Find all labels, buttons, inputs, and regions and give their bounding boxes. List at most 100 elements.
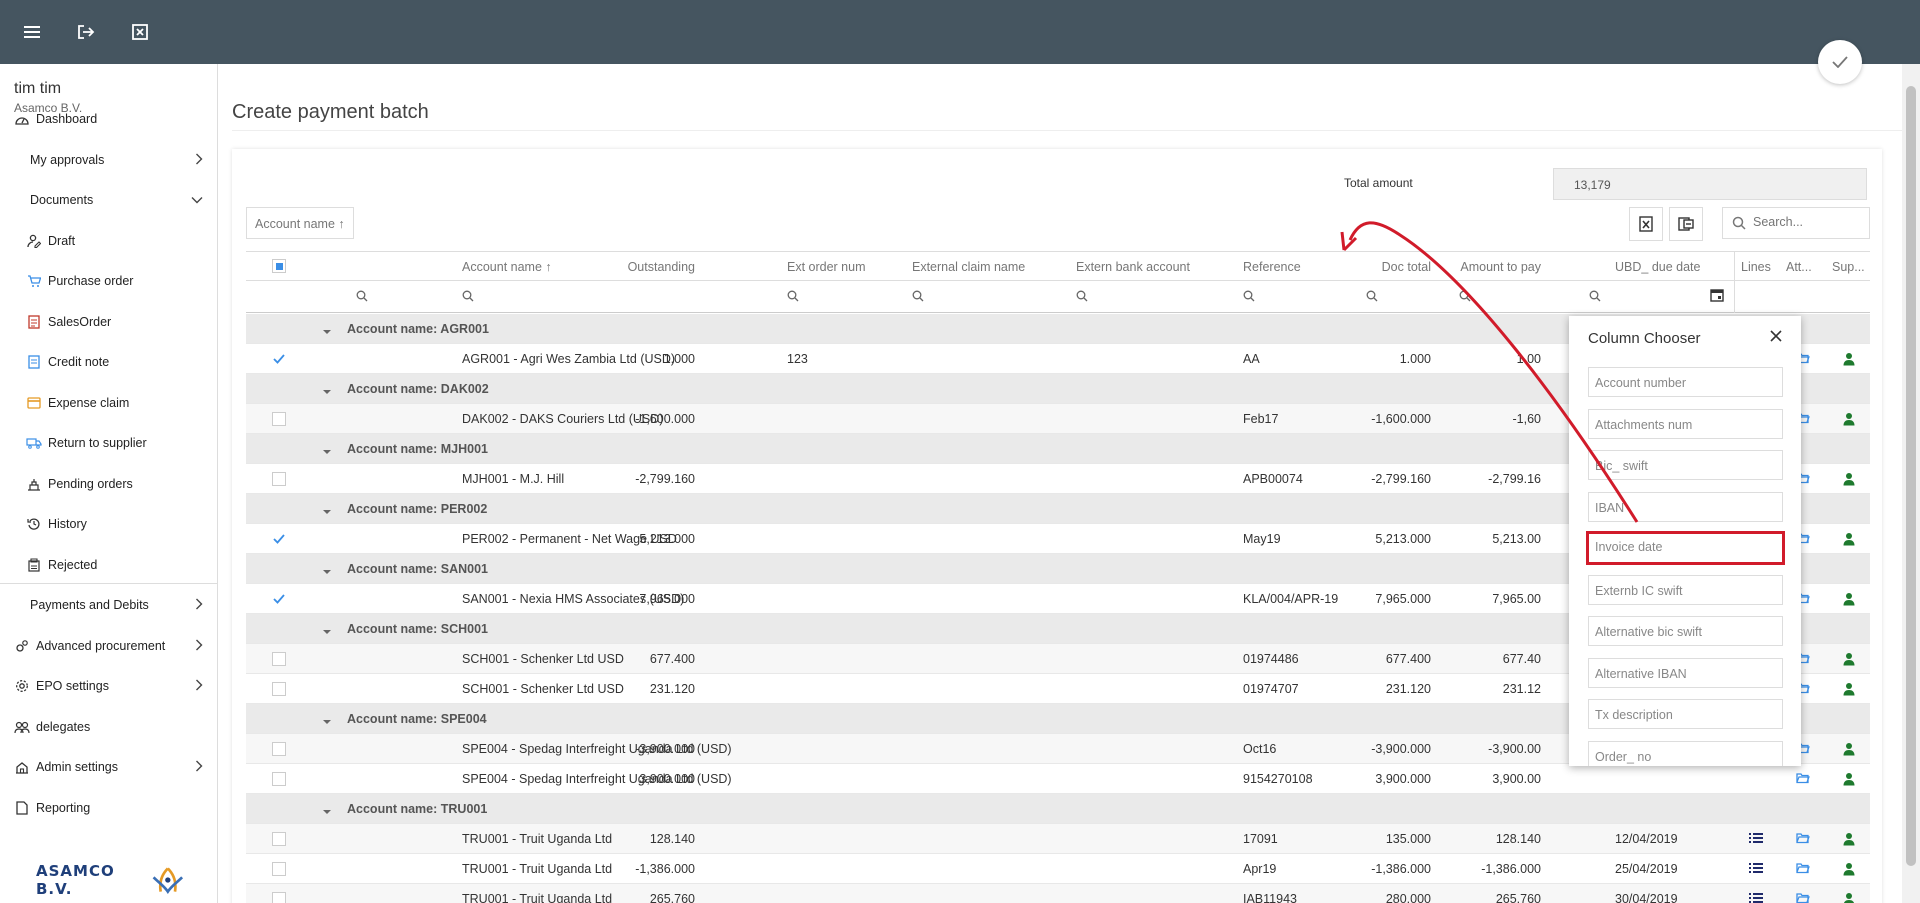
collapse-caret-icon[interactable] [322,384,332,398]
column-chooser-item[interactable]: Alternative IBAN [1588,657,1783,688]
supplier-icon[interactable] [1843,682,1855,699]
supplier-icon[interactable] [1843,592,1855,609]
sidebar-item-dashboard[interactable]: Dashboard [0,102,217,136]
sidebar-item-advanced-procurement[interactable]: Advanced procurement [0,629,217,663]
sidebar-item-epo-settings[interactable]: EPO settings [0,669,217,703]
column-chooser-item[interactable]: IBAN [1588,491,1783,522]
sidebar-item-documents[interactable]: Documents [0,183,217,217]
filter-search-icon[interactable] [1366,290,1378,305]
calendar-icon[interactable] [1710,288,1724,305]
supplier-icon[interactable] [1843,772,1855,789]
supplier-icon[interactable] [1843,472,1855,489]
export-excel-button[interactable] [1629,207,1663,241]
col-account-name[interactable]: Account name ↑ [462,260,552,274]
col-supplier[interactable]: Sup... [1832,260,1865,274]
sidebar-item-salesorder[interactable]: SalesOrder [0,305,217,339]
filter-search-icon[interactable] [1076,290,1088,305]
sidebar-item-return-to-supplier[interactable]: Return to supplier [0,426,217,460]
collapse-caret-icon[interactable] [322,714,332,728]
sidebar-item-admin-settings[interactable]: Admin settings [0,750,217,784]
table-row[interactable]: 128.140 TRU001 - Truit Uganda Ltd 17091 135… [246,824,1870,854]
col-outstanding[interactable]: Outstanding [628,260,695,274]
scrollbar-thumb[interactable] [1906,86,1916,866]
col-external-claim-name[interactable]: External claim name [912,260,1025,274]
supplier-icon[interactable] [1843,892,1855,903]
column-chooser-item[interactable]: Account number [1588,367,1783,397]
col-extern-bank-account[interactable]: Extern bank account [1076,260,1190,274]
group-row[interactable]: Account name: TRU001 [246,794,1870,824]
supplier-icon[interactable] [1843,832,1855,849]
lines-icon[interactable] [1749,892,1763,903]
row-checkbox[interactable] [272,592,286,606]
col-amount-to-pay[interactable]: Amount to pay [1460,260,1541,274]
table-row[interactable]: -1,386.000 TRU001 - Truit Uganda Ltd Apr19… [246,854,1870,884]
collapse-caret-icon[interactable] [322,624,332,638]
col-lines[interactable]: Lines [1741,260,1771,274]
filter-search-icon[interactable] [1459,290,1471,305]
supplier-icon[interactable] [1843,352,1855,369]
sidebar-item-rejected[interactable]: Rejected [0,548,217,582]
filter-search-icon[interactable] [787,290,799,305]
lines-icon[interactable] [1749,862,1763,877]
collapse-caret-icon[interactable] [322,804,332,818]
menu-icon[interactable] [18,18,46,46]
column-chooser-item[interactable]: Attachments num [1588,408,1783,439]
filter-search-icon[interactable] [912,290,924,305]
close-icon[interactable] [1769,329,1785,345]
search-input[interactable] [1753,215,1861,229]
collapse-caret-icon[interactable] [322,504,332,518]
filter-search-icon[interactable] [1243,290,1255,305]
filter-search-icon[interactable] [356,290,368,305]
row-checkbox[interactable] [272,412,286,426]
page-scrollbar[interactable] [1902,64,1920,903]
col-ubd-due-date[interactable]: UBD_ due date [1615,260,1700,274]
column-chooser-item[interactable]: Tx description [1588,699,1783,729]
sidebar-item-expense-claim[interactable]: Expense claim [0,386,217,420]
supplier-icon[interactable] [1843,412,1855,429]
sidebar-item-draft[interactable]: Draft [0,224,217,258]
group-by-chip[interactable]: Account name ↑ [246,207,354,239]
sidebar-item-credit-note[interactable]: Credit note [0,345,217,379]
row-checkbox[interactable] [272,682,286,696]
row-checkbox[interactable] [272,772,286,786]
column-chooser-item[interactable]: Externb IC swift [1588,574,1783,605]
column-chooser-item[interactable]: Order_ no [1588,740,1783,766]
lines-icon[interactable] [1749,832,1763,847]
row-checkbox[interactable] [272,862,286,876]
row-checkbox[interactable] [272,532,286,546]
supplier-icon[interactable] [1843,652,1855,669]
col-doc-total[interactable]: Doc total [1382,260,1431,274]
grid-search[interactable] [1722,207,1870,239]
row-checkbox[interactable] [272,742,286,756]
attachment-folder-icon[interactable] [1796,832,1810,847]
row-checkbox[interactable] [272,892,286,903]
sidebar-item-purchase-order[interactable]: Purchase order [0,264,217,298]
row-checkbox[interactable] [272,352,286,366]
confirm-button[interactable] [1818,40,1862,84]
collapse-caret-icon[interactable] [322,324,332,338]
supplier-icon[interactable] [1843,532,1855,549]
collapse-caret-icon[interactable] [322,564,332,578]
column-chooser-button[interactable] [1669,207,1703,241]
sidebar-item-reporting[interactable]: Reporting [0,791,217,825]
sidebar-item-payments-and-debits[interactable]: Payments and Debits [0,588,217,622]
col-reference[interactable]: Reference [1243,260,1301,274]
row-checkbox[interactable] [272,832,286,846]
close-window-icon[interactable] [126,18,154,46]
attachment-folder-icon[interactable] [1796,772,1810,787]
row-checkbox[interactable] [272,472,286,486]
attachment-folder-icon[interactable] [1796,862,1810,877]
supplier-icon[interactable] [1843,862,1855,879]
col-ext-order-num[interactable]: Ext order num [787,260,866,274]
column-chooser-item[interactable]: Bic_ swift [1588,450,1783,480]
supplier-icon[interactable] [1843,742,1855,759]
logout-icon[interactable] [72,18,100,46]
sidebar-item-delegates[interactable]: delegates [0,710,217,744]
select-all-checkbox[interactable] [272,259,286,273]
sidebar-item-history[interactable]: History [0,507,217,541]
sidebar-item-my-approvals[interactable]: My approvals [0,143,217,177]
filter-search-icon[interactable] [462,290,474,305]
col-attachments[interactable]: Att... [1786,260,1812,274]
filter-search-icon[interactable] [1589,290,1601,305]
row-checkbox[interactable] [272,652,286,666]
